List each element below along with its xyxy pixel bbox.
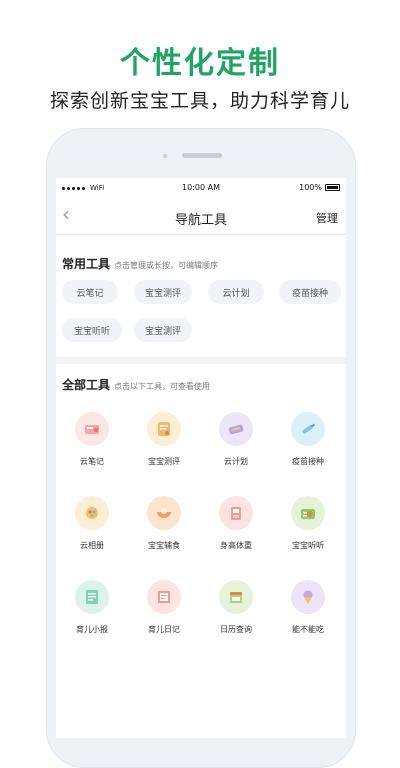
album-icon (75, 496, 109, 530)
all-tools-card: 全部工具 点击以下工具，可查看使用 云笔记 宝宝测评 云计划 疫苗接种 云相册 … (56, 364, 346, 738)
promo-headline: 个性化定制 (120, 46, 280, 81)
common-tools-header: 常用工具 点击管理或长按，可编辑顺序 (62, 255, 218, 272)
evaluation-icon (147, 412, 181, 446)
height-weight-icon (219, 496, 253, 530)
common-tools-card: 常用工具 点击管理或长按，可编辑顺序 云笔记 宝宝测评 云计划 疫苗接种 宝宝听… (56, 235, 346, 357)
chip-baby-evaluation[interactable]: 宝宝测评 (134, 280, 192, 304)
tool-parenting-diary[interactable]: 育儿日记 (134, 580, 194, 635)
tool-baby-food[interactable]: 宝宝辅食 (134, 496, 194, 551)
all-tools-hint: 点击以下工具，可查看使用 (114, 382, 211, 391)
tool-baby-evaluation[interactable]: 宝宝测评 (134, 412, 194, 467)
radio-icon (291, 496, 325, 530)
tool-label: 能不能吃 (292, 625, 324, 634)
app-screen: WiFi 10:00 AM 100% ‹ 导航工具 管理 常用工具 点击管理或长… (56, 178, 346, 738)
calendar-icon (219, 580, 253, 614)
tool-label: 云计划 (224, 457, 248, 466)
tool-height-weight[interactable]: 身高体重 (206, 496, 266, 551)
newspaper-icon (75, 580, 109, 614)
promo-subline: 探索创新宝宝工具，助力科学育儿 (49, 90, 350, 112)
plan-icon (219, 412, 253, 446)
tool-label: 育儿小报 (76, 625, 108, 634)
tool-label: 云笔记 (80, 457, 104, 466)
all-tools-header: 全部工具 点击以下工具，可查看使用 (62, 376, 210, 393)
tool-calendar[interactable]: 日历查询 (206, 580, 266, 635)
food-bowl-icon (147, 496, 181, 530)
tool-vaccine[interactable]: 疫苗接种 (278, 412, 338, 467)
notebook-icon (75, 412, 109, 446)
common-tools-title: 常用工具 (62, 257, 111, 271)
tool-label: 宝宝听听 (292, 541, 324, 550)
tool-label: 宝宝辅食 (148, 541, 180, 550)
tool-cloud-note[interactable]: 云笔记 (62, 412, 122, 467)
common-tools-hint: 点击管理或长按，可编辑顺序 (114, 261, 219, 270)
tool-cloud-plan[interactable]: 云计划 (206, 412, 266, 467)
battery-icon (325, 184, 340, 191)
tool-parenting-newspaper[interactable]: 育儿小报 (62, 580, 122, 635)
tool-label: 日历查询 (220, 625, 252, 634)
page-title: 导航工具 (174, 213, 227, 228)
tool-label: 身高体重 (220, 541, 252, 550)
battery-percent: 100% (299, 183, 322, 192)
tool-label: 宝宝测评 (148, 457, 180, 466)
tool-baby-listen[interactable]: 宝宝听听 (278, 496, 338, 551)
icecream-icon (291, 580, 325, 614)
nav-bar: ‹ 导航工具 管理 (56, 198, 346, 235)
chip-baby-evaluation-2[interactable]: 宝宝测评 (134, 318, 192, 342)
speaker-slot (182, 153, 222, 158)
chip-vaccine[interactable]: 疫苗接种 (279, 280, 341, 304)
chip-baby-listen[interactable]: 宝宝听听 (62, 318, 122, 342)
chip-cloud-plan[interactable]: 云计划 (208, 280, 264, 304)
diary-icon (147, 580, 181, 614)
tool-cloud-album[interactable]: 云相册 (62, 496, 122, 551)
all-tools-title: 全部工具 (62, 378, 111, 392)
tool-can-eat[interactable]: 能不能吃 (278, 580, 338, 635)
tool-label: 疫苗接种 (292, 457, 324, 466)
vaccine-icon (291, 412, 325, 446)
camera-dot (163, 154, 167, 158)
tool-label: 云相册 (80, 541, 104, 550)
tool-label: 育儿日记 (148, 625, 180, 634)
manage-button[interactable]: 管理 (316, 210, 338, 226)
status-bar: WiFi 10:00 AM 100% (56, 178, 346, 198)
chip-cloud-note[interactable]: 云笔记 (62, 280, 118, 304)
